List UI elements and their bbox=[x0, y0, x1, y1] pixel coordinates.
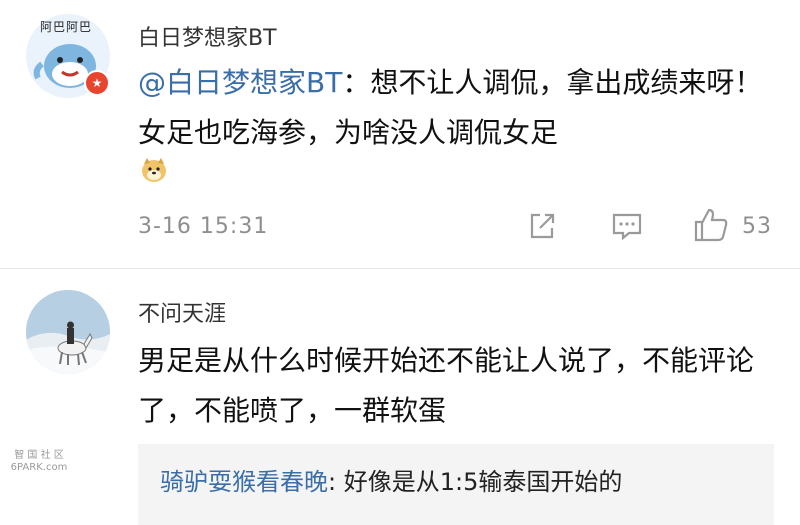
like-count: 53 bbox=[742, 214, 772, 239]
avatar-horse-rider-image bbox=[26, 290, 110, 374]
verified-badge-icon: ★ bbox=[84, 70, 110, 96]
share-icon[interactable] bbox=[526, 210, 558, 242]
comment-icon[interactable] bbox=[610, 210, 644, 242]
comment-timestamp: 3-16 15:31 bbox=[138, 214, 269, 239]
comment-text: 男足是从什么时候开始还不能让人说了，不能评论了，不能喷了，一群软蛋 bbox=[138, 344, 755, 427]
watermark-line-2: 6PARK.com bbox=[10, 462, 68, 473]
doge-emoji-icon bbox=[140, 156, 168, 184]
watermark: 智 国 社 区 6PARK.com bbox=[4, 450, 74, 474]
avatar[interactable] bbox=[26, 290, 110, 374]
comment-content: @白日梦想家BT：想不让人调侃，拿出成绩来呀！女足也吃海参，为啥没人调侃女足 bbox=[138, 58, 778, 158]
mention-link[interactable]: @白日梦想家BT bbox=[138, 66, 342, 99]
comment-username[interactable]: 白日梦想家BT bbox=[138, 20, 277, 52]
watermark-line-1: 智 国 社 区 bbox=[14, 450, 64, 461]
avatar-caption: 阿巴阿巴 bbox=[40, 20, 93, 34]
reply-text: : 好像是从1:5输泰国开始的 bbox=[328, 468, 623, 496]
reply-username[interactable]: 骑驴耍猴看春晚 bbox=[160, 468, 328, 496]
comment-username[interactable]: 不问天涯 bbox=[138, 296, 226, 328]
divider bbox=[0, 268, 800, 269]
reply-content: 骑驴耍猴看春晚: 好像是从1:5输泰国开始的 bbox=[160, 462, 622, 502]
like-icon[interactable] bbox=[692, 206, 730, 244]
reply-box[interactable]: 骑驴耍猴看春晚: 好像是从1:5输泰国开始的 bbox=[138, 444, 774, 525]
